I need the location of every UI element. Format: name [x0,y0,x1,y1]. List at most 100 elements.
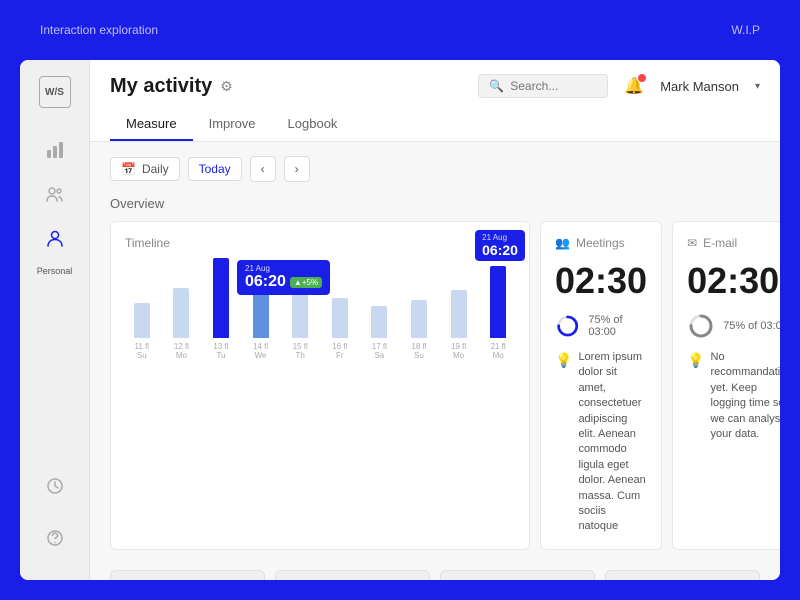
meetings-progress-row: 75% of 03:00 [555,312,647,340]
top-bar: Interaction exploration W.I.P [0,0,800,60]
tab-logbook[interactable]: Logbook [272,108,354,141]
header-right: 🔍 🔔 Mark Manson ▾ [478,74,760,98]
view-selector[interactable]: 📅 Daily [110,157,180,181]
bar-tooltip-active: 21 Aug 06:20 ▲+5% [237,260,330,295]
meetings-icon: 👥 [555,236,570,250]
tab-improve[interactable]: Improve [193,108,272,141]
sidebar-item-clock[interactable] [37,468,73,504]
bar-group-10: 21 Aug 06:20 21 flMo [481,266,515,360]
sidebar-item-support[interactable] [37,520,73,556]
email-title: ✉ E-mail [687,236,780,250]
email-info-row: 💡 No recommandation, yet. Keep logging t… [687,350,780,442]
mobile-card[interactable]: 📱 Mobile [440,570,595,580]
bar-label-1: 11 flSu [135,342,150,360]
sidebar-item-chart[interactable] [37,132,73,168]
bar-label-2: 12 flMo [174,342,189,360]
view-label: Daily [142,162,169,176]
tab-measure[interactable]: Measure [110,108,193,141]
sidebar-logo[interactable]: W/S [39,76,71,108]
bar-group-2: 12 flMo [165,288,199,360]
meetings-info-icon: 💡 [555,351,572,371]
tooltip-time: 06:20 ▲+5% [245,273,322,291]
overview-label: Overview [110,196,760,211]
instant-messaging-card[interactable]: 💬 Instant Messaging [275,570,430,580]
email-progress-row: 75% of 03:00 [687,312,780,340]
bar-7 [371,306,387,338]
email-donut [687,312,715,340]
bar-group-6: 16 flFr [323,298,357,360]
meetings-title: 👥 Meetings [555,236,647,250]
bar-group-1: 11 flSu [125,303,159,360]
calendar-icon: 📅 [121,162,136,176]
sidebar-item-users[interactable] [37,176,73,212]
next-date-button[interactable]: › [284,156,310,182]
cards-grid: Timeline 21 Aug 06:20 ▲+5% [110,221,760,560]
sidebar-bottom [37,468,73,564]
bar-label-7: 17 flSa [372,342,387,360]
calls-card[interactable]: 📞 Calls [110,570,265,580]
search-icon: 🔍 [489,79,504,93]
page-title: My activity [110,75,212,98]
bar-group-8: 18 flSu [402,300,436,360]
today-button[interactable]: Today [188,157,242,181]
user-chevron-icon[interactable]: ▾ [755,81,760,92]
bar-label-9: 19 flMo [451,342,466,360]
email-info-text: No recommandation, yet. Keep logging tim… [711,350,780,442]
meetings-info-text: Lorem ipsum dolor sit amet, consectetuer… [578,350,647,535]
bar-last-tooltip: 21 Aug 06:20 [475,230,525,261]
email-progress-text: 75% of 03:00 [723,320,780,332]
bar-group-3: 13 flTu [204,258,238,360]
bottom-cards: 📞 Calls 💬 Instant Messaging 📱 Mobile 📊 I… [110,570,760,580]
bar-label-5: 15 flTh [293,342,308,360]
bar-2 [173,288,189,338]
bar-9 [451,290,467,338]
bar-10 [490,266,506,338]
intensity-card[interactable]: 📊 Intensity [605,570,760,580]
email-info-icon: 💡 [687,351,704,371]
email-card: ✉ E-mail 02:30 75% of 03:00 💡 No recomma… [672,221,780,550]
search-box[interactable]: 🔍 [478,74,608,98]
timeline-chart: 21 Aug 06:20 ▲+5% 11 flSu [125,260,515,380]
bar-6 [332,298,348,338]
bar-label-4: 14 flWe [253,342,268,360]
timeline-title: Timeline [125,236,515,250]
main-area: W/S Personal [20,60,780,580]
meetings-card: 👥 Meetings 02:30 75% of 03:00 💡 Lorem ip [540,221,662,550]
user-name[interactable]: Mark Manson [660,79,739,94]
content-body: 📅 Daily Today ‹ › Overview Timeline [90,142,780,580]
notification-dot [638,74,646,82]
meetings-time: 02:30 [555,260,647,302]
bar-label-6: 16 flFr [332,342,347,360]
content-header: My activity ⚙ 🔍 🔔 Mark Manson ▾ [90,60,780,142]
bar-label-8: 18 flSu [411,342,426,360]
meetings-donut [554,313,582,338]
meetings-progress-text: 75% of 03:00 [588,314,647,338]
notification-button[interactable]: 🔔 [624,76,644,96]
bar-label-3: 13 flTu [213,342,228,360]
personal-label: Personal [37,266,73,276]
app-status: W.I.P [731,23,760,37]
email-icon: ✉ [687,236,697,250]
sidebar-item-personal[interactable]: Personal [37,220,73,276]
bar-group-5: 15 flTh [283,293,317,360]
date-bar: 📅 Daily Today ‹ › [110,156,760,182]
tab-bar: Measure Improve Logbook [110,108,760,141]
bar-3 [213,258,229,338]
page-title-area: My activity ⚙ [110,75,233,98]
tooltip-date: 21 Aug [245,264,322,273]
bar-label-10: 21 flMo [491,342,506,360]
sidebar: W/S Personal [20,60,90,580]
bar-5 [292,293,308,338]
search-input[interactable] [510,79,597,93]
header-top: My activity ⚙ 🔍 🔔 Mark Manson ▾ [110,74,760,98]
email-time: 02:30 [687,260,780,302]
timeline-card: Timeline 21 Aug 06:20 ▲+5% [110,221,530,550]
prev-date-button[interactable]: ‹ [250,156,276,182]
meetings-info-row: 💡 Lorem ipsum dolor sit amet, consectetu… [555,350,647,535]
bar-1 [134,303,150,338]
gear-icon[interactable]: ⚙ [220,78,233,95]
bar-group-9: 19 flMo [442,290,476,360]
bar-group-7: 17 flSa [363,306,397,360]
app-title: Interaction exploration [40,23,158,37]
content-area: My activity ⚙ 🔍 🔔 Mark Manson ▾ [90,60,780,580]
